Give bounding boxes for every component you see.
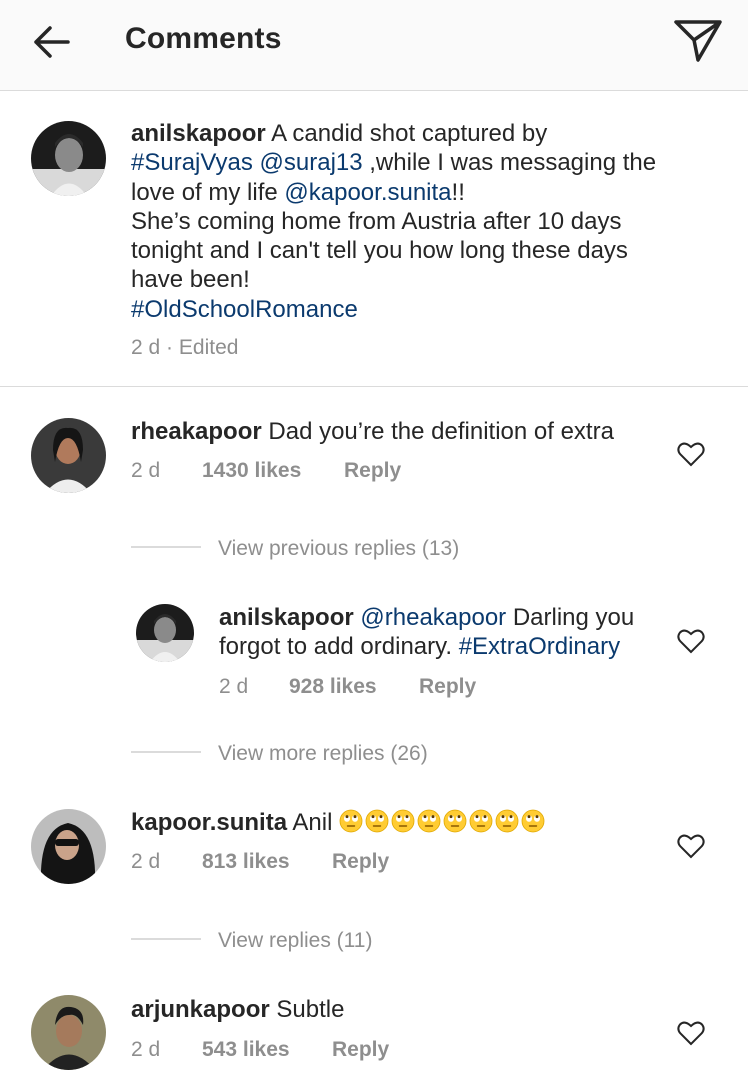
comment-username[interactable]: arjunkapoor [131,996,270,1023]
likes-count[interactable]: 1430 likes [202,459,301,483]
reply-time: 2 d [219,675,249,698]
comment-username[interactable]: rheakapoor [131,418,262,445]
caption-text-1: A candid shot captured by [265,120,548,147]
reply-reply-button[interactable]: Reply [419,675,476,699]
comment-arjunkapoor-text: arjunkapoor Subtle [131,995,344,1024]
caption-divider [0,386,748,387]
caption-text-3: love of my life [131,178,285,206]
face-with-rolling-eyes-emoji [443,809,467,833]
hashtag-extraordinary[interactable]: #ExtraOrdinary [459,633,620,660]
comment-time: 2 d [131,459,161,482]
reply-button[interactable]: Reply [332,850,389,874]
hashtag-surajvyas[interactable]: #SurajVyas [131,149,253,176]
comment-username[interactable]: kapoor.sunita [131,809,287,836]
caption-username[interactable]: anilskapoor [131,120,266,147]
replies-line [131,938,201,940]
likes-count[interactable]: 543 likes [202,1038,290,1062]
view-more-replies-button[interactable]: View more replies (26) [218,742,428,766]
heart-icon[interactable] [677,833,705,859]
replies-line [131,751,201,753]
mention-suraj13[interactable]: @suraj13 [260,149,363,176]
reply-text-2: forgot to add ordinary. [219,633,459,661]
meta-separator: · [166,336,174,359]
reply-button[interactable]: Reply [332,1038,389,1062]
top-app-bar: Comments [0,0,748,91]
reply-text-1: Darling you [506,604,635,631]
comment-time: 2 d [131,850,161,873]
caption-text: anilskapoor A candid shot captured by #S… [131,119,721,324]
comment-rheakapoor-text: rheakapoor Dad you’re the definition of … [131,417,614,446]
caption-time: 2 d [131,336,161,359]
share-button[interactable] [672,16,724,66]
face-with-rolling-eyes-emoji [391,809,415,833]
caption-meta: 2 d · Edited [131,336,238,360]
face-with-rolling-eyes-emoji [495,809,519,833]
heart-icon[interactable] [677,628,705,654]
caption-line-6: have been! [131,266,250,294]
face-with-rolling-eyes-emoji [417,809,441,833]
face-with-rolling-eyes-emoji [339,809,363,833]
face-with-rolling-eyes-emoji [521,809,545,833]
reply-username[interactable]: anilskapoor [219,604,354,631]
paper-plane-icon [674,20,722,62]
rolling-eyes-emoji-row [339,809,547,836]
comment-body: Subtle [269,996,345,1023]
face-with-rolling-eyes-emoji [365,809,389,833]
caption-line-5: tonight and I can't tell you how long th… [131,237,628,265]
reply-likes-count[interactable]: 928 likes [289,675,377,699]
caption-text-4: !! [451,178,465,206]
comment-time: 2 d [131,1038,161,1061]
avatar-arjunkapoor[interactable] [31,995,106,1070]
likes-count[interactable]: 813 likes [202,850,290,874]
reply-anilskapoor-text: anilskapoor @rheakapoor Darling you forg… [219,603,669,662]
page-title: Comments [125,22,282,55]
hashtag-oldschoolromance[interactable]: #OldSchoolRomance [131,296,358,323]
mention-rheakapoor[interactable]: @rheakapoor [360,604,506,631]
caption-line-4: She’s coming home from Austria after 10 … [131,207,622,235]
reply-button[interactable]: Reply [344,459,401,483]
view-previous-replies-button[interactable]: View previous replies (13) [218,537,459,561]
avatar-kapoor-sunita[interactable] [31,809,106,884]
view-replies-button[interactable]: View replies (11) [218,929,372,953]
avatar-anilskapoor[interactable] [31,121,106,196]
comment-kapoor-sunita-text: kapoor.sunita Anil [131,808,547,837]
heart-icon[interactable] [677,1020,705,1046]
comment-body: Dad you’re the definition of extra [261,418,614,445]
heart-icon[interactable] [677,441,705,467]
arrow-left-icon [34,26,70,58]
avatar-rheakapoor[interactable] [31,418,106,493]
edited-label: Edited [178,336,239,359]
replies-line [131,546,201,548]
back-button[interactable] [28,22,74,62]
face-with-rolling-eyes-emoji [469,809,493,833]
caption-text-2: ,while I was messaging the [362,149,657,177]
comment-body: Anil [287,809,340,836]
mention-kapoor-sunita[interactable]: @kapoor.sunita [284,179,451,206]
avatar-anilskapoor-reply[interactable] [136,604,194,662]
